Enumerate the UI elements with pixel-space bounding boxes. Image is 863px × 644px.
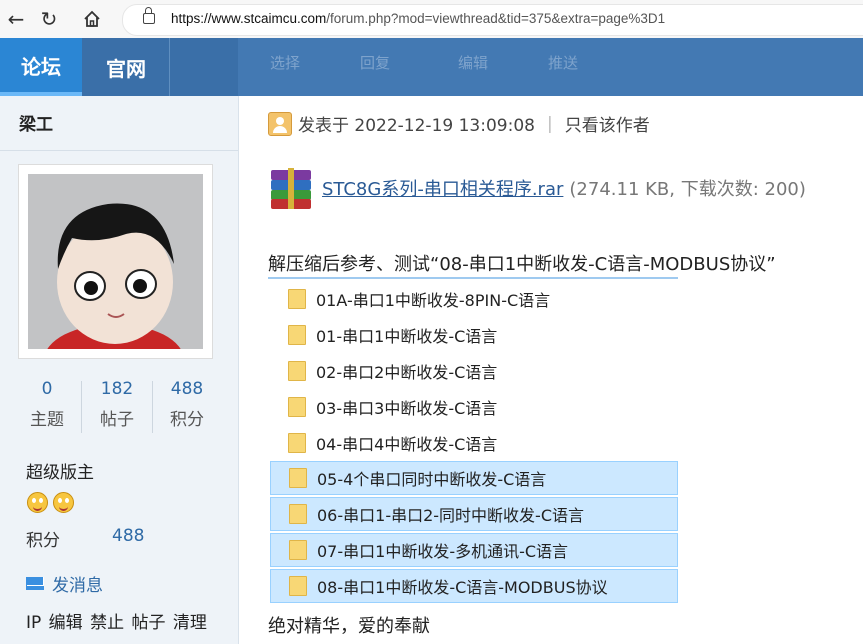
file-list-item-selected[interactable]: 08-串口1中断收发-C语言-MODBUS协议 — [270, 569, 678, 603]
folder-icon — [289, 540, 307, 560]
rar-archive-icon — [268, 168, 314, 209]
admin-actions[interactable]: IP 编辑 禁止 帖子 清理 — [26, 608, 207, 633]
post-timestamp: 发表于 2022-12-19 13:09:08 — [298, 116, 535, 136]
file-list-item-selected[interactable]: 05-4个串口同时中断收发-C语言 — [270, 461, 678, 495]
reload-icon[interactable]: ↻ — [35, 5, 63, 33]
tab-official-site[interactable]: 官网 — [83, 38, 170, 96]
post-description: 解压缩后参考、测试“08-串口1中断收发-C语言-MODBUS协议” — [268, 254, 776, 275]
points-label: 积分 — [26, 531, 60, 551]
author-name[interactable]: 梁工 — [19, 110, 53, 135]
ghost-push: 推送 — [548, 54, 579, 72]
home-icon[interactable] — [78, 5, 106, 33]
user-icon — [268, 111, 292, 136]
file-list-item[interactable]: 03-串口3中断收发-C语言 — [270, 390, 678, 424]
file-list-item[interactable]: 02-串口2中断收发-C语言 — [270, 354, 678, 388]
stat-posts[interactable]: 182 帖子 — [81, 379, 153, 430]
avatar-image — [28, 174, 203, 349]
lock-icon — [143, 7, 155, 24]
author-sidebar: 梁工 0 主题 182 帖子 488 积分 超级版主 积分 488 发消息 IP… — [0, 96, 239, 644]
attachment: STC8G系列-串口相关程序.rar (274.11 KB, 下载次数: 200… — [268, 168, 806, 209]
stat-threads[interactable]: 0 主题 — [11, 379, 83, 430]
only-author-link[interactable]: 只看该作者 — [565, 111, 650, 136]
attachment-link[interactable]: STC8G系列-串口相关程序.rar — [322, 175, 563, 201]
folder-icon — [288, 289, 306, 309]
file-list-item-selected[interactable]: 06-串口1-串口2-同时中断收发-C语言 — [270, 497, 678, 531]
ghost-edit: 编辑 — [458, 54, 489, 72]
ghost-select: 选择 — [270, 54, 301, 72]
forum-nav-bar: 选择 回复 编辑 推送 论坛 官网 — [0, 38, 863, 96]
file-list-item[interactable]: 04-串口4中断收发-C语言 — [270, 426, 678, 460]
stat-points[interactable]: 488 积分 — [151, 379, 223, 430]
file-list-item[interactable]: 01-串口1中断收发-C语言 — [270, 318, 678, 352]
mail-icon — [26, 577, 44, 590]
smiley-icon — [53, 492, 74, 513]
attachment-meta: (274.11 KB, 下载次数: 200) — [569, 179, 806, 200]
folder-icon — [289, 576, 307, 596]
author-stats: 0 主题 182 帖子 488 积分 — [11, 379, 227, 439]
send-message-link[interactable]: 发消息 — [26, 571, 103, 596]
post-header: 发表于 2022-12-19 13:09:08 | 只看该作者 — [268, 111, 650, 136]
author-rank[interactable]: 超级版主 — [26, 458, 94, 483]
url-text: https://www.stcaimcu.com/forum.php?mod=v… — [171, 11, 666, 26]
folder-icon — [289, 468, 307, 488]
address-bar[interactable]: https://www.stcaimcu.com/forum.php?mod=v… — [122, 4, 863, 36]
file-list-item[interactable]: 01A-串口1中断收发-8PIN-C语言 — [270, 282, 678, 316]
folder-icon — [288, 433, 306, 453]
divider: | — [546, 113, 553, 134]
avatar[interactable] — [18, 164, 213, 359]
folder-icon — [288, 325, 306, 345]
post-closing-text: 绝对精华，爱的奉献 — [268, 616, 430, 637]
ghost-reply: 回复 — [360, 54, 391, 72]
file-list-item-selected[interactable]: 07-串口1中断收发-多机通讯-C语言 — [270, 533, 678, 567]
browser-toolbar: ← ↻ https://www.stcaimcu.com/forum.php?m… — [0, 0, 863, 39]
folder-icon — [288, 397, 306, 417]
post-toolbar: 选择 回复 编辑 推送 — [238, 38, 863, 96]
points-value: 488 — [112, 526, 145, 546]
divider — [268, 277, 678, 279]
smiley-icon — [27, 492, 48, 513]
tab-forum[interactable]: 论坛 — [0, 38, 82, 96]
folder-icon — [288, 361, 306, 381]
back-icon[interactable]: ← — [2, 5, 30, 33]
divider — [0, 150, 238, 151]
folder-icon — [289, 504, 307, 524]
